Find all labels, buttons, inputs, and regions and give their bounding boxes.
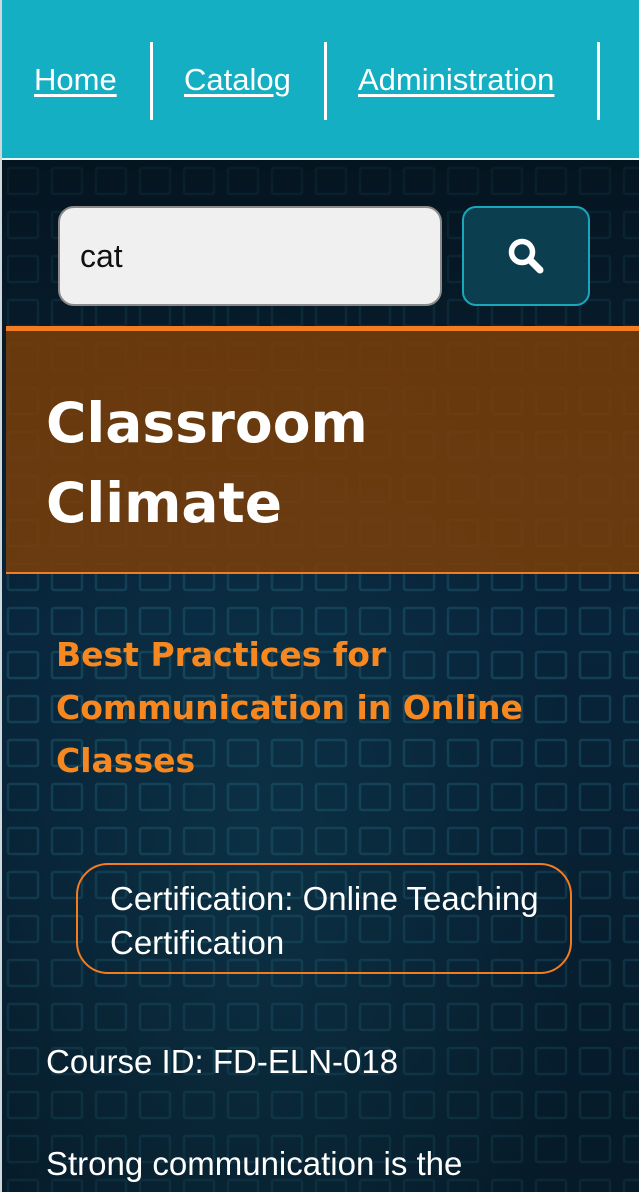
search-icon bbox=[508, 238, 544, 274]
nav-divider bbox=[324, 42, 327, 120]
search-input[interactable] bbox=[58, 206, 442, 306]
search-button[interactable] bbox=[462, 206, 590, 306]
nav-divider bbox=[597, 42, 600, 120]
top-navigation: Home Catalog Administration bbox=[2, 0, 639, 160]
certification-badge[interactable]: Certification: Online Teaching Certifica… bbox=[76, 863, 572, 974]
nav-catalog-link[interactable]: Catalog bbox=[184, 60, 291, 100]
nav-divider bbox=[150, 42, 153, 120]
category-title: Classroom Climate bbox=[46, 391, 368, 535]
nav-administration-link[interactable]: Administration bbox=[358, 60, 554, 100]
course-category-banner: Classroom Climate bbox=[6, 326, 639, 574]
nav-home-link[interactable]: Home bbox=[34, 60, 117, 100]
course-description: Strong communication is the bbox=[46, 1145, 463, 1182]
course-id: Course ID: FD-ELN-018 bbox=[46, 1043, 399, 1080]
course-title: Best Practices for Communication in Onli… bbox=[56, 635, 523, 780]
page: Home Catalog Administration cat Classroo… bbox=[0, 0, 639, 1192]
